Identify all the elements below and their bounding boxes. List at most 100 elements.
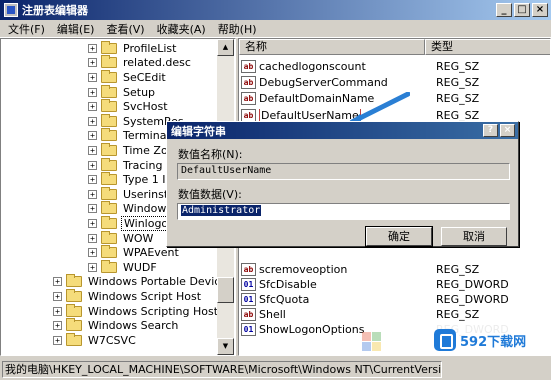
value-name: SfcQuota — [259, 293, 436, 306]
expand-icon[interactable]: + — [88, 248, 97, 258]
expand-icon[interactable]: + — [88, 43, 97, 53]
expand-icon[interactable]: + — [88, 145, 97, 155]
registry-value-row[interactable]: ab scremoveoption REG_SZ — [241, 261, 541, 277]
menu-file[interactable]: 文件(F) — [4, 21, 53, 37]
value-type: REG_SZ — [436, 262, 480, 276]
close-button[interactable]: × — [532, 3, 548, 17]
tree-item[interactable]: + WOW — [88, 230, 155, 246]
expand-icon[interactable]: + — [53, 306, 62, 316]
folder-icon — [101, 128, 117, 142]
tree-item[interactable]: + Windows Scripting Host — [53, 303, 220, 319]
value-name: cachedlogonscount — [259, 60, 436, 73]
windows-logo-watermark — [362, 332, 381, 351]
expand-icon[interactable]: + — [88, 262, 97, 272]
folder-icon — [101, 259, 117, 273]
expand-icon[interactable]: + — [88, 72, 97, 82]
registry-value-row[interactable]: 01 SfcDisable REG_DWORD — [241, 276, 541, 292]
dialog-close-button[interactable]: × — [500, 124, 515, 137]
folder-icon — [101, 201, 117, 215]
expand-icon[interactable]: + — [88, 160, 97, 170]
tree-item[interactable]: + W7CSVC — [53, 332, 138, 348]
folder-icon — [101, 186, 117, 200]
tree-item-label[interactable]: SvcHost — [121, 100, 170, 113]
column-header-type[interactable]: 类型 — [425, 39, 550, 55]
tree-item-label[interactable]: Windows Scripting Host — [86, 305, 220, 318]
registry-value-row[interactable]: ab DebugServerCommand REG_SZ — [241, 74, 541, 90]
tree-item-label[interactable]: W7CSVC — [86, 334, 138, 347]
folder-icon — [101, 157, 117, 171]
folder-icon — [101, 99, 117, 113]
expand-icon[interactable]: + — [88, 204, 97, 214]
dialog-help-button[interactable]: ? — [483, 124, 498, 137]
tree-item[interactable]: + WPAEvent — [88, 245, 181, 260]
maximize-button[interactable]: □ — [514, 3, 530, 17]
expand-icon[interactable]: + — [88, 233, 97, 243]
expand-icon[interactable]: + — [88, 116, 97, 126]
ok-button[interactable]: 确定 — [365, 226, 433, 247]
tree-item[interactable]: + Windows — [88, 201, 174, 217]
tree-item-label[interactable]: Windows Search — [86, 319, 180, 332]
value-type: REG_SZ — [436, 308, 480, 322]
tree-item[interactable]: + WUDF — [88, 259, 159, 275]
folder-icon — [101, 230, 117, 244]
tree-item-label[interactable]: SeCEdit — [121, 71, 168, 84]
tree-item-label[interactable]: WOW — [121, 232, 155, 245]
scroll-down-button[interactable]: ▼ — [217, 338, 234, 355]
site-logo-icon — [434, 329, 456, 351]
tree-item-label[interactable]: Windows Script Host — [86, 290, 203, 303]
expand-icon[interactable]: + — [53, 335, 62, 345]
expand-icon[interactable]: + — [88, 87, 97, 97]
expand-icon[interactable]: + — [88, 131, 97, 141]
tree-item[interactable]: + Tracing — [88, 157, 164, 173]
expand-icon[interactable]: + — [53, 277, 62, 287]
tree-item[interactable]: + SvcHost — [88, 99, 170, 114]
tree-item[interactable]: + related.desc — [88, 55, 193, 71]
tree-item-label[interactable]: ProfileList — [121, 42, 178, 55]
cancel-button[interactable]: 取消 — [441, 227, 507, 246]
value-name-text: SfcQuota — [259, 292, 310, 306]
registry-value-row[interactable]: ab Shell REG_SZ — [241, 307, 541, 323]
value-name-text: DebugServerCommand — [259, 75, 388, 89]
expand-icon[interactable]: + — [88, 189, 97, 199]
scroll-up-button[interactable]: ▲ — [217, 39, 234, 56]
column-header-name[interactable]: 名称 — [239, 39, 425, 55]
value-data-input[interactable]: Administrator — [177, 203, 510, 220]
binary-value-icon: 01 — [241, 277, 256, 291]
tree-item[interactable]: + Winlogon — [88, 215, 179, 231]
tree-item[interactable]: + Windows Script Host — [53, 288, 203, 304]
dialog-title: 编辑字符串 — [171, 124, 226, 138]
tree-item[interactable]: + SeCEdit — [88, 69, 168, 85]
tree-item-label[interactable]: WUDF — [121, 261, 159, 274]
tree-item[interactable]: + Windows Search — [53, 318, 180, 333]
tree-item[interactable]: + ProfileList — [88, 40, 178, 56]
expand-icon[interactable]: + — [88, 58, 97, 68]
string-value-icon: ab — [241, 75, 256, 89]
folder-icon — [101, 142, 117, 156]
registry-value-row[interactable]: 01 SfcQuota REG_DWORD — [241, 291, 541, 307]
string-value-icon: ab — [241, 92, 256, 106]
registry-value-row[interactable]: ab cachedlogonscount REG_SZ — [241, 58, 541, 74]
tree-item[interactable]: + Windows Portable Devices — [53, 274, 235, 290]
watermark-text: 592下载网 — [460, 334, 527, 350]
expand-icon[interactable]: + — [53, 321, 62, 331]
value-type: REG_SZ — [436, 108, 480, 122]
value-name-text: SfcDisable — [259, 277, 317, 291]
tree-item-label[interactable]: WPAEvent — [121, 246, 181, 259]
menu-edit[interactable]: 编辑(E) — [53, 21, 103, 37]
tree-item-label[interactable]: Setup — [121, 86, 157, 99]
tree-item-label[interactable]: Tracing — [121, 159, 164, 172]
tree-item-label[interactable]: related.desc — [121, 56, 193, 69]
minimize-button[interactable]: _ — [496, 3, 512, 17]
expand-icon[interactable]: + — [53, 291, 62, 301]
expand-icon[interactable]: + — [88, 175, 97, 185]
expand-icon[interactable]: + — [88, 102, 97, 112]
scroll-thumb[interactable] — [217, 277, 234, 303]
tree-item[interactable]: + Setup — [88, 84, 157, 100]
menu-view[interactable]: 查看(V) — [102, 21, 152, 37]
menu-favorites[interactable]: 收藏夹(A) — [153, 21, 214, 37]
expand-icon[interactable]: + — [88, 218, 97, 228]
value-type: REG_DWORD — [436, 277, 509, 291]
tree-item-label[interactable]: Windows Portable Devices — [86, 275, 235, 288]
menu-help[interactable]: 帮助(H) — [214, 21, 265, 37]
value-data-text[interactable]: Administrator — [181, 205, 262, 216]
